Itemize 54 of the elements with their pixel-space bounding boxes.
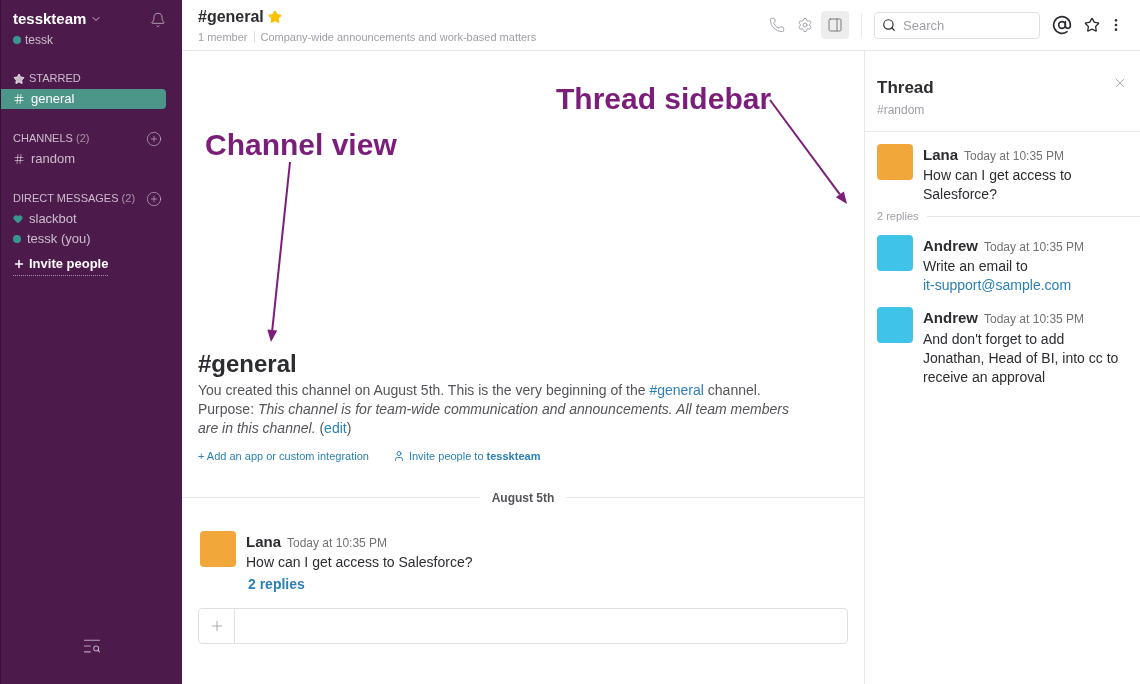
author-name[interactable]: Lana	[923, 143, 958, 166]
message-text: How can I get access to Salesforce?	[246, 553, 473, 572]
plus-icon	[13, 257, 25, 270]
invite-people-link[interactable]: Invite people	[13, 253, 109, 277]
at-icon[interactable]	[1052, 15, 1072, 35]
timestamp: Today at 10:35 PM	[984, 238, 1085, 256]
heart-icon	[13, 213, 23, 224]
sidebar-item[interactable]: random	[1, 148, 166, 169]
author-name[interactable]: Andrew	[923, 307, 978, 330]
author-name[interactable]: Lana	[246, 530, 281, 553]
team-name[interactable]: tesskteam	[13, 8, 87, 31]
annotation-label: Channel view	[205, 128, 397, 161]
timestamp: Today at 10:35 PM	[287, 534, 388, 552]
timestamp: Today at 10:35 PM	[984, 311, 1085, 328]
replies-link[interactable]: 2 replies	[248, 576, 305, 592]
settings-icon[interactable]	[797, 17, 813, 33]
message-text: And don't forget to add Jonathan, Head of BI, into cc to receive an approval	[923, 329, 1120, 387]
edit-link[interactable]: edit	[324, 420, 347, 436]
replies-count: 2 replies	[877, 209, 919, 224]
add-icon[interactable]	[146, 190, 162, 207]
star-icon[interactable]	[1084, 17, 1100, 33]
sidebar-item[interactable]: slackbot	[1, 208, 166, 229]
panel-icon	[827, 17, 843, 33]
invite-link[interactable]: Invite people to tesskteam	[392, 448, 541, 465]
user-name: tessk	[25, 31, 53, 49]
hash-icon	[13, 92, 25, 105]
search-icon	[882, 17, 896, 32]
message-input[interactable]	[198, 608, 848, 644]
timestamp: Today at 10:35 PM	[964, 147, 1065, 165]
message-text: How can I get access to Salesforce?	[923, 166, 1073, 204]
date-divider: August 5th	[490, 489, 556, 507]
thread-title: Thread	[877, 77, 934, 99]
search-field[interactable]: Search	[874, 11, 1040, 39]
channel-topic: Company-wide announcements and work-based matters	[260, 29, 537, 45]
channel-title[interactable]: #general	[198, 4, 264, 29]
email-link[interactable]: it-support@sample.com	[923, 277, 1072, 293]
annotation-label: Thread sidebar	[556, 82, 772, 115]
channel-heading: #general	[198, 349, 298, 379]
sidebar-item[interactable]: tessk (you)	[1, 228, 166, 249]
section-title[interactable]: STARRED	[29, 70, 81, 87]
sidebar-toggle-button[interactable]	[821, 11, 849, 39]
message-text: Write an email to it-support@sample.com	[923, 257, 1073, 295]
person-icon	[392, 450, 405, 463]
bell-icon[interactable]	[150, 12, 166, 28]
section-title[interactable]: CHANNELS (2)	[13, 130, 90, 147]
add-app-link[interactable]: + Add an app or custom integration	[198, 448, 369, 465]
star-icon	[13, 72, 25, 85]
author-name[interactable]: Andrew	[923, 234, 978, 257]
channel-link[interactable]: #general	[649, 382, 704, 398]
section-title[interactable]: DIRECT MESSAGES (2)	[13, 190, 136, 207]
channel-intro: You created this channel on August 5th. This is the very beginning of the #general channel. Purpose: This channel is for team-wide communication and announcements. All team members are in this channel. (edit)	[198, 381, 790, 438]
phone-icon[interactable]	[769, 17, 785, 33]
hash-icon	[13, 152, 25, 165]
add-icon[interactable]	[146, 130, 162, 147]
